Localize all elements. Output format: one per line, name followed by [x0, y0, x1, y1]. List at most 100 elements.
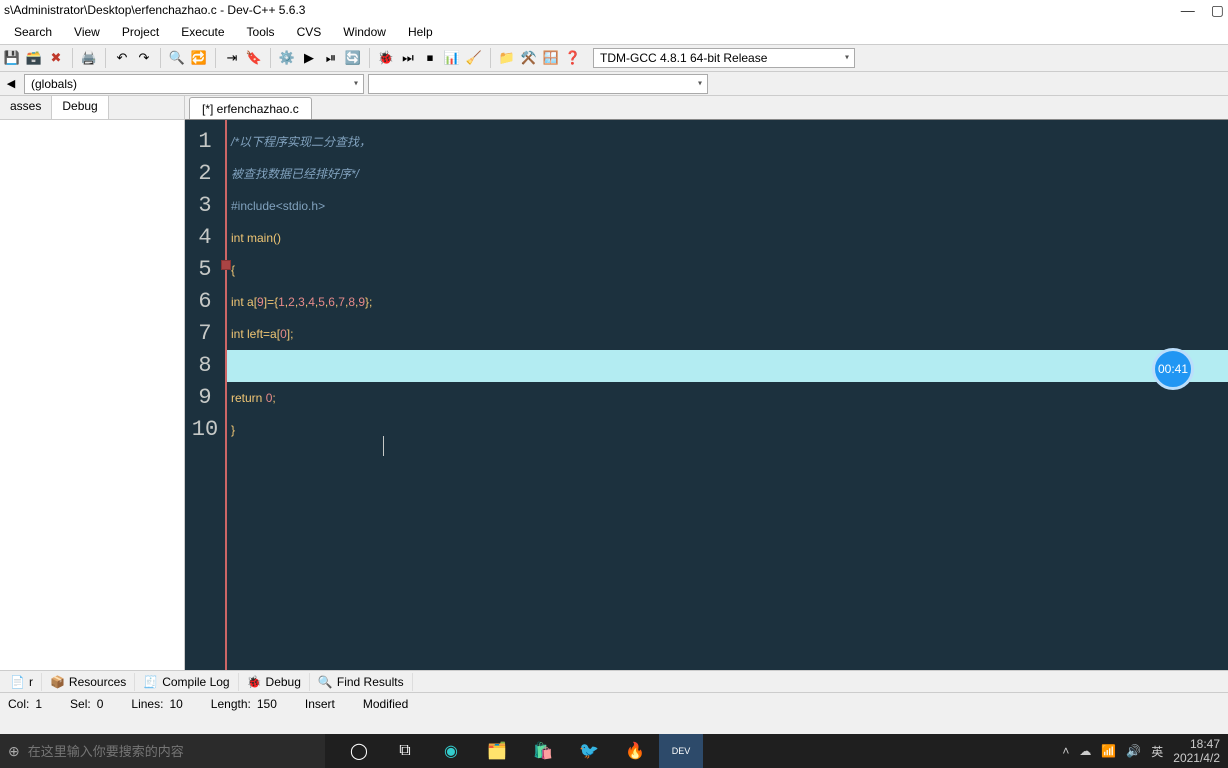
- code-text: int: [231, 327, 247, 341]
- find-icon[interactable]: 🔍: [167, 48, 187, 68]
- tab-find-results[interactable]: 🔍Find Results: [310, 673, 413, 691]
- bookmark-icon[interactable]: 🔖: [244, 48, 264, 68]
- wifi-icon[interactable]: 📶: [1101, 744, 1116, 758]
- step-icon[interactable]: ⏭: [398, 48, 418, 68]
- scope-back-icon[interactable]: ◀: [2, 75, 20, 93]
- status-lines: Lines:10: [131, 697, 182, 711]
- status-sel: Sel:0: [70, 697, 103, 711]
- status-label: Lines:: [131, 697, 163, 711]
- window-controls: — ▢: [1181, 2, 1224, 19]
- menu-project[interactable]: Project: [112, 23, 169, 41]
- main-area: asses Debug [*] erfenchazhao.c 1 2 3 4 5…: [0, 96, 1228, 670]
- clock[interactable]: 18:47 2021/4/2: [1173, 737, 1220, 765]
- titlebar: s\Administrator\Desktop\erfenchazhao.c -…: [0, 0, 1228, 20]
- code-text: int: [231, 231, 247, 245]
- proj-opts-icon[interactable]: ⚒️: [519, 48, 539, 68]
- compile-run-icon[interactable]: ⏯: [321, 48, 341, 68]
- menu-tools[interactable]: Tools: [237, 23, 285, 41]
- timer-badge[interactable]: 00:41: [1152, 348, 1194, 390]
- line-number: 8: [185, 350, 225, 382]
- profile-icon[interactable]: 📊: [442, 48, 462, 68]
- tab-debug[interactable]: Debug: [52, 96, 108, 119]
- file-tab-erfenchazhao[interactable]: [*] erfenchazhao.c: [189, 97, 312, 119]
- print-icon[interactable]: 🖨️: [79, 48, 99, 68]
- status-value: 1: [35, 697, 42, 711]
- compiler-select-label: TDM-GCC 4.8.1 64-bit Release: [600, 51, 767, 65]
- menu-execute[interactable]: Execute: [171, 23, 234, 41]
- devcpp-icon[interactable]: DEV: [659, 734, 703, 768]
- goto-icon[interactable]: ⇥: [222, 48, 242, 68]
- menu-search[interactable]: Search: [4, 23, 62, 41]
- window-title: s\Administrator\Desktop\erfenchazhao.c -…: [4, 3, 305, 17]
- new-proj-icon[interactable]: 📁: [497, 48, 517, 68]
- replace-icon[interactable]: 🔁: [189, 48, 209, 68]
- tab-compile-log[interactable]: 🧾Compile Log: [135, 673, 238, 691]
- code-text: };: [365, 295, 372, 309]
- menu-view[interactable]: View: [64, 23, 110, 41]
- taskbar-search[interactable]: ⊕: [0, 734, 325, 768]
- chevron-up-icon[interactable]: ˄: [1062, 744, 1069, 758]
- status-label: Length:: [211, 697, 251, 711]
- code-editor[interactable]: 1 2 3 4 5 6 7 8 9 10 /*以下程序实现二分查找， 被查找数据…: [185, 120, 1228, 670]
- undo-icon[interactable]: ↶: [112, 48, 132, 68]
- help-icon[interactable]: ❓: [563, 48, 583, 68]
- code-text: /*以下程序实现二分查找，: [231, 135, 371, 149]
- save-all-icon[interactable]: 🗃️: [24, 48, 44, 68]
- code-text: (): [273, 231, 281, 245]
- stop-icon[interactable]: ⏹: [420, 48, 440, 68]
- status-value: 0: [97, 697, 104, 711]
- cortana-icon[interactable]: ◯: [337, 734, 381, 768]
- line-number: 5: [185, 254, 225, 286]
- tab-classes[interactable]: asses: [0, 96, 52, 119]
- edge-icon[interactable]: ◉: [429, 734, 473, 768]
- taskview-icon[interactable]: ⧉: [383, 734, 427, 768]
- volume-icon[interactable]: 🔊: [1126, 744, 1141, 758]
- code-text: ]={: [264, 295, 278, 309]
- run-icon[interactable]: ▶: [299, 48, 319, 68]
- redo-icon[interactable]: ↷: [134, 48, 154, 68]
- globals-select[interactable]: (globals): [24, 74, 364, 94]
- line-number: 4: [185, 222, 225, 254]
- editor-area: [*] erfenchazhao.c 1 2 3 4 5 6 7 8 9 10 …: [185, 96, 1228, 670]
- clean-icon[interactable]: 🧹: [464, 48, 484, 68]
- separator: [72, 48, 73, 68]
- rebuild-icon[interactable]: 🔄: [343, 48, 363, 68]
- separator: [270, 48, 271, 68]
- tab-compiler[interactable]: 📄r: [2, 673, 42, 691]
- search-input[interactable]: [28, 744, 317, 759]
- line-number: 2: [185, 158, 225, 190]
- code-content[interactable]: /*以下程序实现二分查找， 被查找数据已经排好序*/ #include<stdi…: [227, 120, 1228, 670]
- code-text: 3: [298, 295, 305, 309]
- members-select[interactable]: [368, 74, 708, 94]
- log-icon: 🧾: [143, 675, 158, 689]
- clock-date: 2021/4/2: [1173, 751, 1220, 765]
- code-text: 0: [280, 327, 287, 341]
- globals-select-label: (globals): [31, 77, 77, 91]
- cloud-icon[interactable]: ☁: [1079, 744, 1091, 758]
- menu-help[interactable]: Help: [398, 23, 443, 41]
- save-icon[interactable]: 💾: [2, 48, 22, 68]
- code-text: return: [231, 391, 266, 405]
- tab-debug-bottom[interactable]: 🐞Debug: [239, 673, 310, 691]
- status-col: Col: 1: [8, 697, 42, 711]
- tab-resources[interactable]: 📦Resources: [42, 673, 135, 691]
- app-icon[interactable]: 🔥: [613, 734, 657, 768]
- explorer-icon[interactable]: 🗂️: [475, 734, 519, 768]
- maximize-button[interactable]: ▢: [1211, 2, 1224, 19]
- toolbar: 💾 🗃️ ✖ 🖨️ ↶ ↷ 🔍 🔁 ⇥ 🔖 ⚙️ ▶ ⏯ 🔄 🐞 ⏭ ⏹ 📊 🧹…: [0, 44, 1228, 72]
- taskbar-apps: ◯ ⧉ ◉ 🗂️ 🛍️ 🐦 🔥 DEV: [337, 734, 703, 768]
- close-icon[interactable]: ✖: [46, 48, 66, 68]
- timer-value: 00:41: [1158, 362, 1188, 376]
- debug-icon[interactable]: 🐞: [376, 48, 396, 68]
- minimize-button[interactable]: —: [1181, 2, 1195, 19]
- compiler-select[interactable]: TDM-GCC 4.8.1 64-bit Release: [593, 48, 855, 68]
- win-icon[interactable]: 🪟: [541, 48, 561, 68]
- compile-icon[interactable]: ⚙️: [277, 48, 297, 68]
- menu-window[interactable]: Window: [333, 23, 396, 41]
- ime-indicator[interactable]: 英: [1151, 743, 1163, 760]
- menu-cvs[interactable]: CVS: [287, 23, 332, 41]
- store-icon[interactable]: 🛍️: [521, 734, 565, 768]
- status-label: Col:: [8, 697, 29, 711]
- separator: [160, 48, 161, 68]
- app-icon[interactable]: 🐦: [567, 734, 611, 768]
